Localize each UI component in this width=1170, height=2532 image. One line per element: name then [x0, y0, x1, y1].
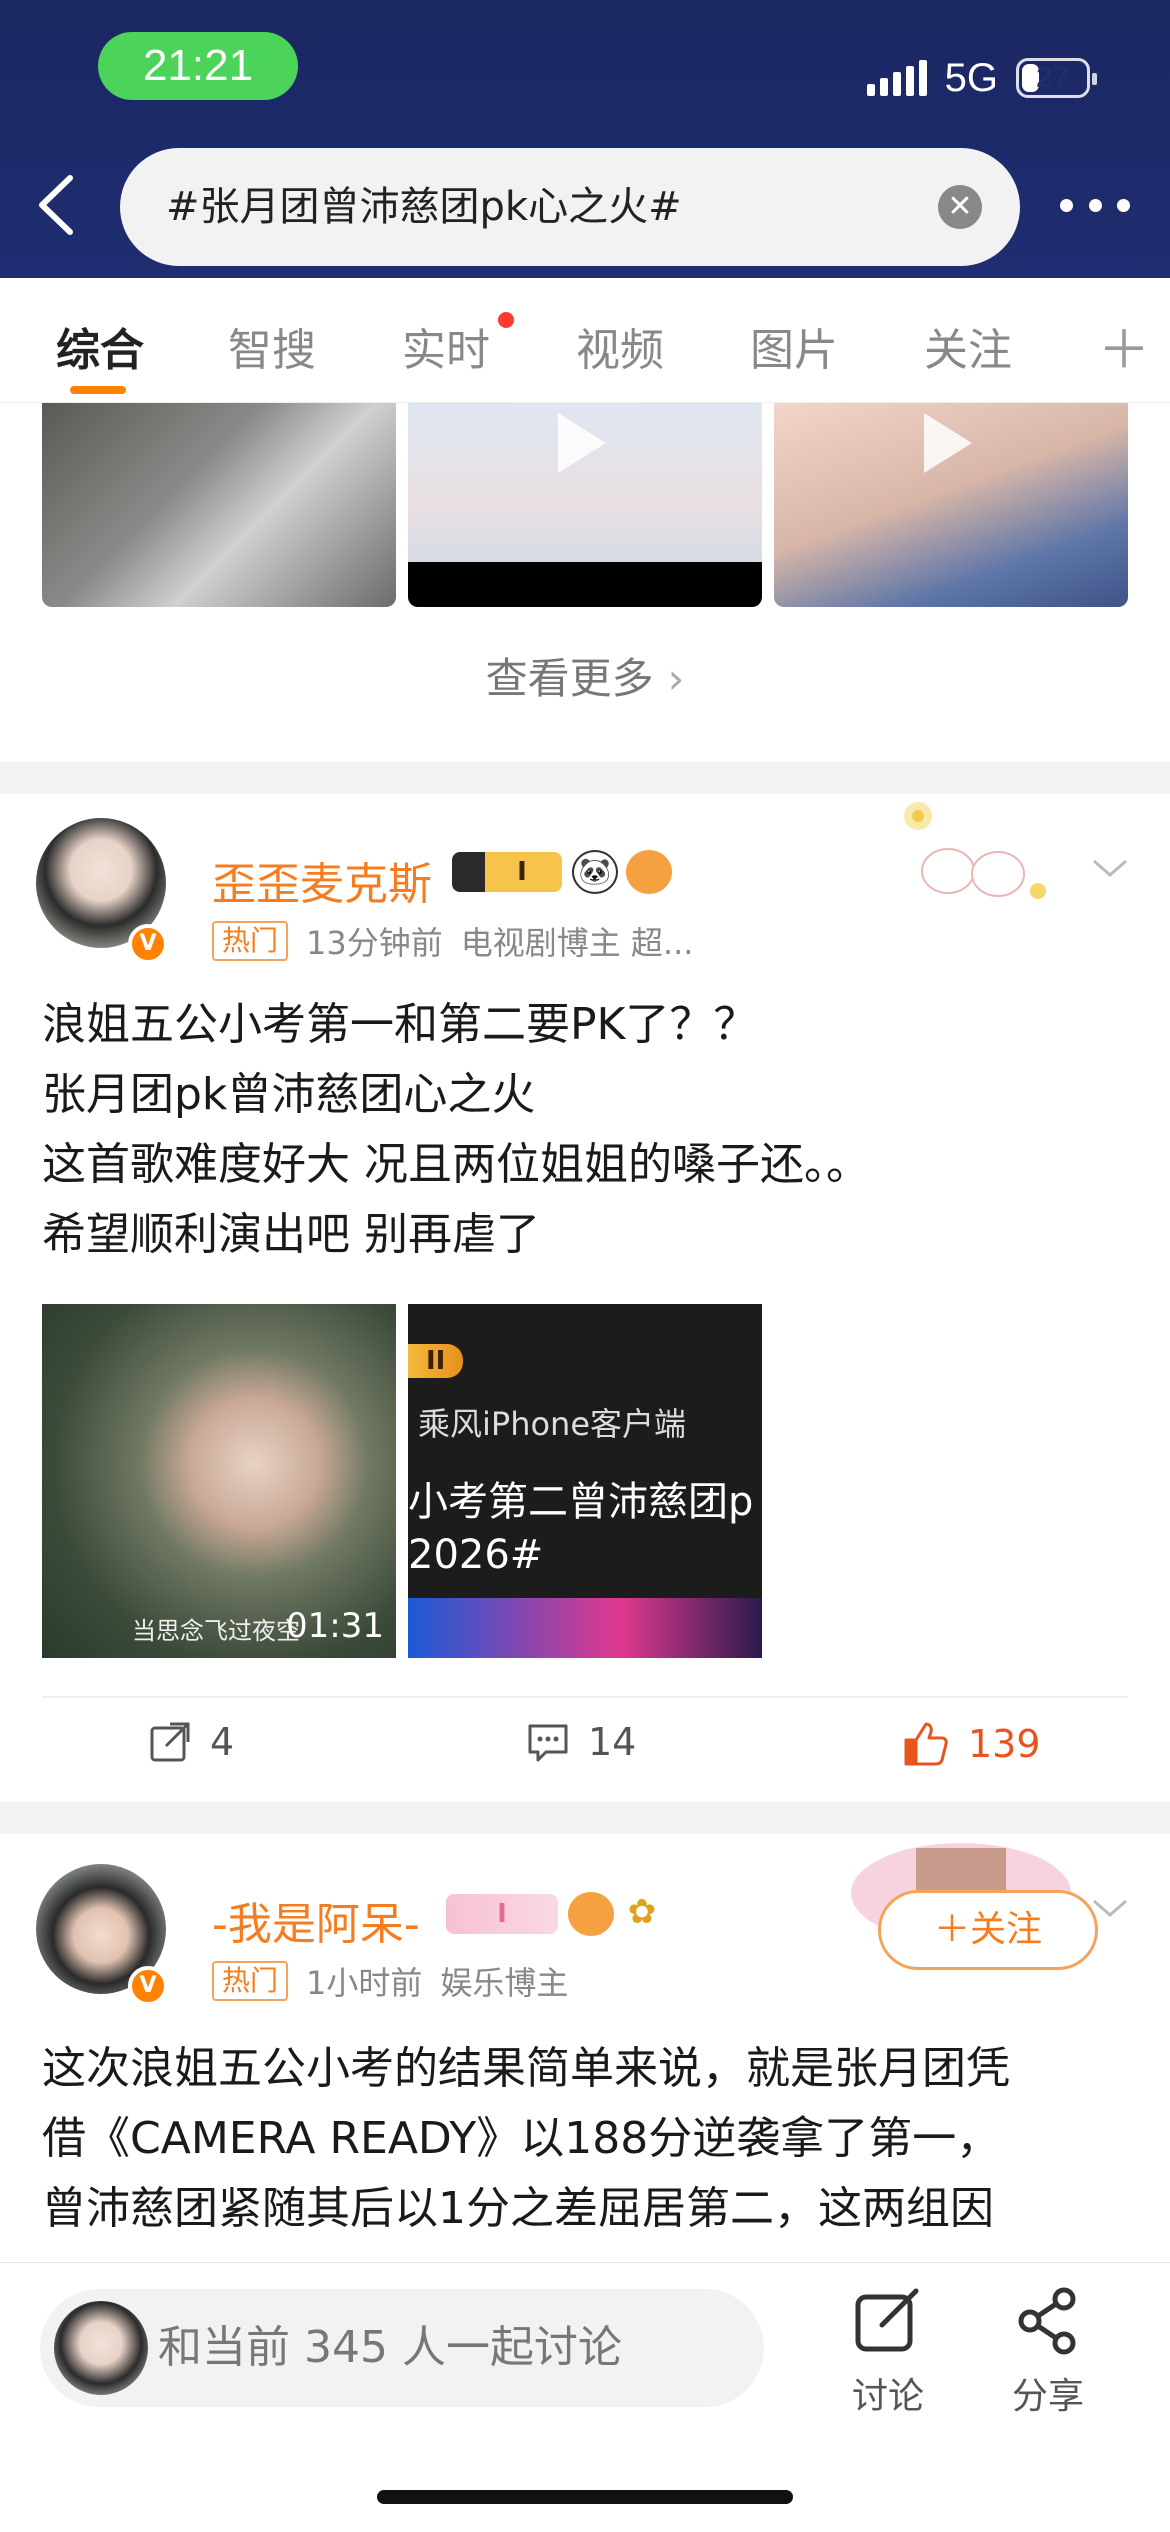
- discuss-button[interactable]: 讨论: [828, 2285, 948, 2419]
- post-line: 希望顺利演出吧 别再虐了: [42, 1209, 540, 1260]
- tab-comprehensive[interactable]: 综合: [56, 314, 144, 378]
- bird-icon: [626, 850, 672, 894]
- media-strip: [42, 403, 1128, 607]
- status-time: 21:21: [98, 32, 298, 100]
- share-button[interactable]: 分享: [988, 2285, 1108, 2419]
- active-tab-indicator: [70, 386, 126, 394]
- battery-icon: 27: [1016, 58, 1097, 98]
- tab-bar: 综合 智搜 实时 视频 图片 关注 ＋: [0, 278, 1170, 403]
- post-line: 借《CAMERA READY》以188分逆袭拿了第一，: [42, 2113, 1001, 2164]
- tab-following[interactable]: 关注: [924, 314, 1012, 378]
- post-username[interactable]: 歪歪麦克斯: [212, 848, 432, 912]
- post-source: 电视剧博主 超...: [460, 924, 694, 962]
- image-graphic: [408, 1598, 762, 1658]
- video-thumbnail[interactable]: [408, 403, 762, 607]
- see-more-link[interactable]: 查看更多 ›: [0, 645, 1170, 706]
- thumbs-up-icon: [904, 1722, 948, 1766]
- post-source: 娱乐博主: [440, 1964, 569, 2002]
- bird-icon: [568, 1892, 614, 1936]
- image-text: 乘风iPhone客户端: [418, 1405, 687, 1443]
- post-line: 这次浪姐五公小考的结果简单来说，就是张月团凭: [42, 2043, 1010, 2094]
- image-badge: II: [408, 1344, 464, 1378]
- compose-icon: [855, 2288, 919, 2352]
- media-thumbnail[interactable]: [42, 403, 396, 607]
- post-body: 浪姐五公小考第一和第二要PK了？？ 张月团pk曾沛慈团心之火 这首歌难度好大 况…: [42, 990, 870, 1270]
- video-caption: 当思念飞过夜空: [132, 1617, 300, 1645]
- post-line: 张月团pk曾沛慈团心之火: [42, 1069, 536, 1120]
- play-icon: [558, 413, 606, 473]
- discuss-placeholder: 和当前 345 人一起讨论: [158, 2322, 622, 2373]
- section-divider: [0, 762, 1170, 794]
- level-badge: I: [446, 1894, 558, 1934]
- avatar: [54, 2301, 148, 2395]
- decoration-icon: [904, 802, 1046, 899]
- video-thumbnail[interactable]: [774, 403, 1128, 607]
- post-body: 这次浪姐五公小考的结果简单来说，就是张月团凭 借《CAMERA READY》以1…: [42, 2034, 1010, 2244]
- search-bar[interactable]: #张月团曾沛慈团pk心之火# ✕: [120, 148, 1020, 266]
- signal-icon: [866, 60, 927, 96]
- plus-icon[interactable]: ＋: [1098, 308, 1150, 383]
- like-button[interactable]: 139: [902, 1720, 1041, 1768]
- sunflower-icon: ✿: [627, 1892, 657, 1932]
- back-button[interactable]: [30, 170, 90, 240]
- like-count: 139: [968, 1722, 1041, 1766]
- repost-icon: [150, 1722, 190, 1762]
- chevron-left-icon: [39, 175, 73, 235]
- repost-count: 4: [210, 1720, 235, 1764]
- status-icons: 5G 27: [866, 48, 1097, 108]
- hot-tag: 热门: [212, 921, 289, 961]
- play-icon: [924, 413, 972, 473]
- realtime-notification-dot: [498, 312, 514, 328]
- post-actions: 4 14 139: [0, 1720, 1170, 1780]
- level-badge: I: [452, 852, 562, 892]
- section-divider: [0, 1802, 1170, 1834]
- verified-badge-icon: V: [128, 1966, 168, 2006]
- comment-count: 14: [588, 1720, 637, 1764]
- header: 21:21 5G 27 #张月团曾沛慈团pk心之火# ✕: [0, 0, 1170, 278]
- image-text: 小考第二曾沛慈团p: [408, 1479, 754, 1525]
- search-query[interactable]: #张月团曾沛慈团pk心之火#: [166, 148, 682, 266]
- comment-button[interactable]: 14: [526, 1720, 636, 1764]
- follow-button[interactable]: ＋关注: [878, 1890, 1098, 1970]
- comment-icon: [528, 1724, 568, 1762]
- tab-realtime[interactable]: 实时: [402, 314, 490, 378]
- share-label: 分享: [1011, 2376, 1084, 2417]
- divider: [42, 1696, 1128, 1698]
- post-meta: 热门 1小时前 娱乐博主: [212, 1958, 568, 2004]
- post-time: 1小时前: [306, 1964, 423, 2002]
- image-text: 2026#: [408, 1532, 544, 1578]
- post-line: 曾沛慈团紧随其后以1分之差屈居第二，这两组因: [42, 2183, 994, 2234]
- panda-icon: 🐼: [572, 850, 618, 894]
- hot-tag: 热门: [212, 1961, 289, 2001]
- discuss-input[interactable]: 和当前 345 人一起讨论: [40, 2289, 764, 2407]
- post-meta: 热门 13分钟前 电视剧博主 超...: [212, 918, 693, 964]
- tab-smart-search[interactable]: 智搜: [228, 314, 316, 378]
- repost-button[interactable]: 4: [148, 1720, 234, 1764]
- post-video[interactable]: 当思念飞过夜空 01:31: [42, 1304, 396, 1658]
- post-time: 13分钟前: [306, 924, 443, 962]
- verified-badge-icon: V: [128, 924, 168, 964]
- battery-level: 27: [1036, 61, 1070, 94]
- chevron-down-icon[interactable]: [1090, 853, 1130, 883]
- home-indicator[interactable]: [377, 2490, 793, 2504]
- chevron-down-icon[interactable]: [1090, 1893, 1130, 1923]
- chevron-right-icon: ›: [667, 654, 685, 703]
- tab-images[interactable]: 图片: [750, 314, 838, 378]
- tab-video[interactable]: 视频: [576, 314, 664, 378]
- video-duration: 01:31: [286, 1606, 384, 1646]
- screen: 21:21 5G 27 #张月团曾沛慈团pk心之火# ✕ 综合 智搜 实时 视频…: [0, 0, 1170, 2532]
- network-type: 5G: [944, 55, 998, 100]
- clear-search-button[interactable]: ✕: [938, 185, 982, 229]
- post-line: 浪姐五公小考第一和第二要PK了？？: [42, 999, 758, 1050]
- more-options-button[interactable]: [1060, 185, 1130, 225]
- discuss-label: 讨论: [851, 2376, 924, 2417]
- see-more-label: 查看更多: [485, 654, 654, 703]
- post-username[interactable]: -我是阿呆-: [212, 1888, 420, 1952]
- share-icon: [1018, 2287, 1076, 2355]
- post-line: 这首歌难度好大 况且两位姐姐的嗓子还。。: [42, 1139, 870, 1190]
- post-image[interactable]: II 乘风iPhone客户端 小考第二曾沛慈团p 2026#: [408, 1304, 762, 1658]
